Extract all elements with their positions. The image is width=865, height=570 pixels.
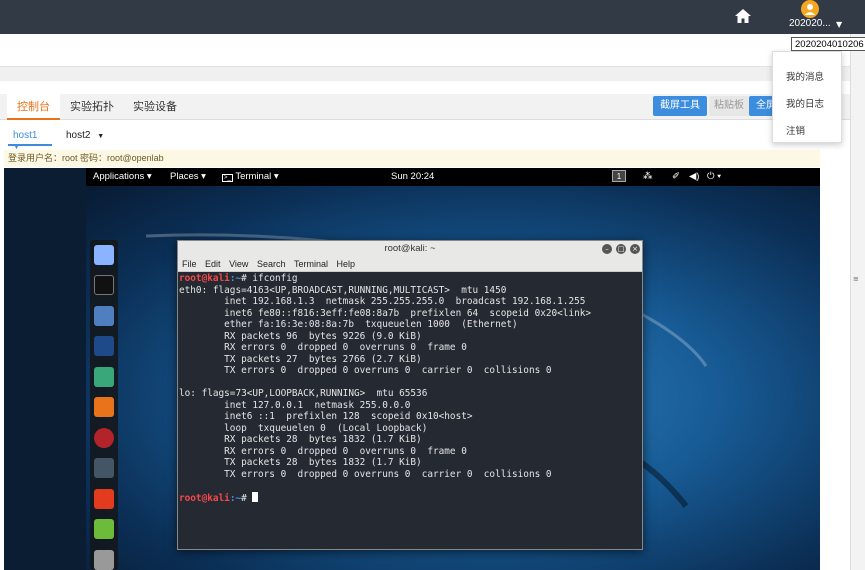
command-text: ifconfig	[252, 273, 298, 284]
secondary-header	[0, 34, 865, 67]
screenshot-tool-button[interactable]: 截屏工具	[653, 96, 707, 116]
avatar[interactable]	[801, 0, 819, 18]
prompt-path: :~	[229, 492, 242, 504]
text-cursor	[252, 491, 259, 502]
prompt-user: root@kali	[179, 492, 230, 504]
metasploit-icon[interactable]	[94, 336, 114, 356]
user-tooltip: 2020204010206	[791, 37, 865, 51]
prompt-user: root@kali	[179, 273, 230, 284]
terminal-output[interactable]: root@kali:~# ifconfig eth0: flags=4163<U…	[178, 272, 642, 550]
menu-item-messages[interactable]: 我的消息	[786, 69, 824, 83]
menu-view[interactable]: View	[229, 259, 248, 269]
applications-label: Applications	[93, 171, 145, 182]
top-navbar: 202020... ▼	[0, 0, 865, 34]
vm-console[interactable]: Applications ▾ Places ▾ >_ Terminal ▾ Su…	[4, 168, 820, 570]
command-output: eth0: flags=4163<UP,BROADCAST,RUNNING,MU…	[179, 284, 592, 480]
tab-host2[interactable]: host2 ▼	[62, 130, 104, 146]
kismet-icon[interactable]	[94, 458, 114, 478]
power-icon[interactable]: ⏻ ▾	[707, 171, 721, 182]
clock[interactable]: Sun 20:24	[391, 171, 434, 182]
menu-file[interactable]: File	[182, 259, 197, 269]
tab-host1[interactable]: host1 ▼	[8, 130, 52, 151]
login-credentials: 登录用户名：root 密码：root@openlab	[4, 150, 820, 167]
tools-icon[interactable]: ✐	[672, 171, 680, 182]
app-icon[interactable]	[94, 245, 114, 265]
home-icon[interactable]	[733, 6, 753, 26]
workspace-indicator[interactable]: 1	[612, 170, 626, 182]
beef-icon[interactable]	[94, 428, 114, 448]
tab-devices[interactable]: 实验设备	[133, 94, 177, 120]
chevron-down-icon[interactable]: ▼	[836, 20, 842, 29]
menu-item-logout[interactable]: 注销	[786, 123, 805, 137]
user-name[interactable]: 202020...	[789, 18, 831, 29]
favorites-dock	[90, 240, 118, 570]
prompt-symbol: #	[241, 492, 253, 504]
menu-item-logs[interactable]: 我的日志	[786, 96, 824, 110]
terminal-title[interactable]: root@kali: ~	[178, 241, 642, 257]
volume-icon[interactable]: ◀)	[689, 171, 699, 182]
notes-icon[interactable]	[94, 519, 114, 539]
gnome-top-bar: Applications ▾ Places ▾ >_ Terminal ▾ Su…	[86, 168, 820, 186]
prompt-symbol: #	[241, 273, 253, 284]
terminal-icon: >_	[222, 174, 233, 182]
chevron-down-icon: ▼	[97, 133, 105, 140]
host-label: host1	[13, 130, 38, 141]
burpsuite-icon[interactable]	[94, 397, 114, 417]
places-menu[interactable]: Places ▾	[170, 171, 206, 182]
terminal-label: Terminal	[235, 171, 272, 182]
close-icon[interactable]: ×	[630, 244, 640, 254]
terminal-menubar: File Edit View Search Terminal Help	[178, 257, 642, 272]
host-tabs: host1 ▼ host2 ▼	[0, 128, 850, 151]
tab-console[interactable]: 控制台	[7, 94, 60, 120]
terminal-app-menu[interactable]: >_ Terminal ▾	[222, 171, 279, 182]
host-label: host2	[66, 130, 91, 141]
scrollbar[interactable]	[850, 34, 865, 570]
menu-terminal[interactable]: Terminal	[294, 259, 328, 269]
terminal-icon[interactable]	[94, 275, 114, 295]
menu-edit[interactable]: Edit	[205, 259, 221, 269]
prompt-path: :~	[229, 273, 242, 284]
minimize-icon[interactable]: –	[602, 244, 612, 254]
places-label: Places	[170, 171, 199, 182]
divider-band	[0, 67, 865, 81]
armitage-icon[interactable]	[94, 367, 114, 387]
menu-help[interactable]: Help	[337, 259, 356, 269]
tab-topology[interactable]: 实验拓扑	[70, 94, 114, 120]
network-icon[interactable]: ⁂	[643, 171, 653, 182]
maximize-icon[interactable]: □	[616, 244, 626, 254]
user-dropdown-menu: 我的消息 我的日志 注销	[772, 51, 842, 143]
terminal-window[interactable]: root@kali: ~ – □ × File Edit View Search…	[177, 240, 643, 550]
scroll-thumb[interactable]: ≡	[853, 275, 860, 283]
files-icon[interactable]	[94, 306, 114, 326]
clipboard-button[interactable]: 粘贴板	[709, 96, 749, 116]
faraday-icon[interactable]	[94, 489, 114, 509]
applications-menu[interactable]: Applications ▾	[93, 171, 152, 182]
menu-search[interactable]: Search	[257, 259, 286, 269]
more-icon[interactable]	[94, 550, 114, 570]
